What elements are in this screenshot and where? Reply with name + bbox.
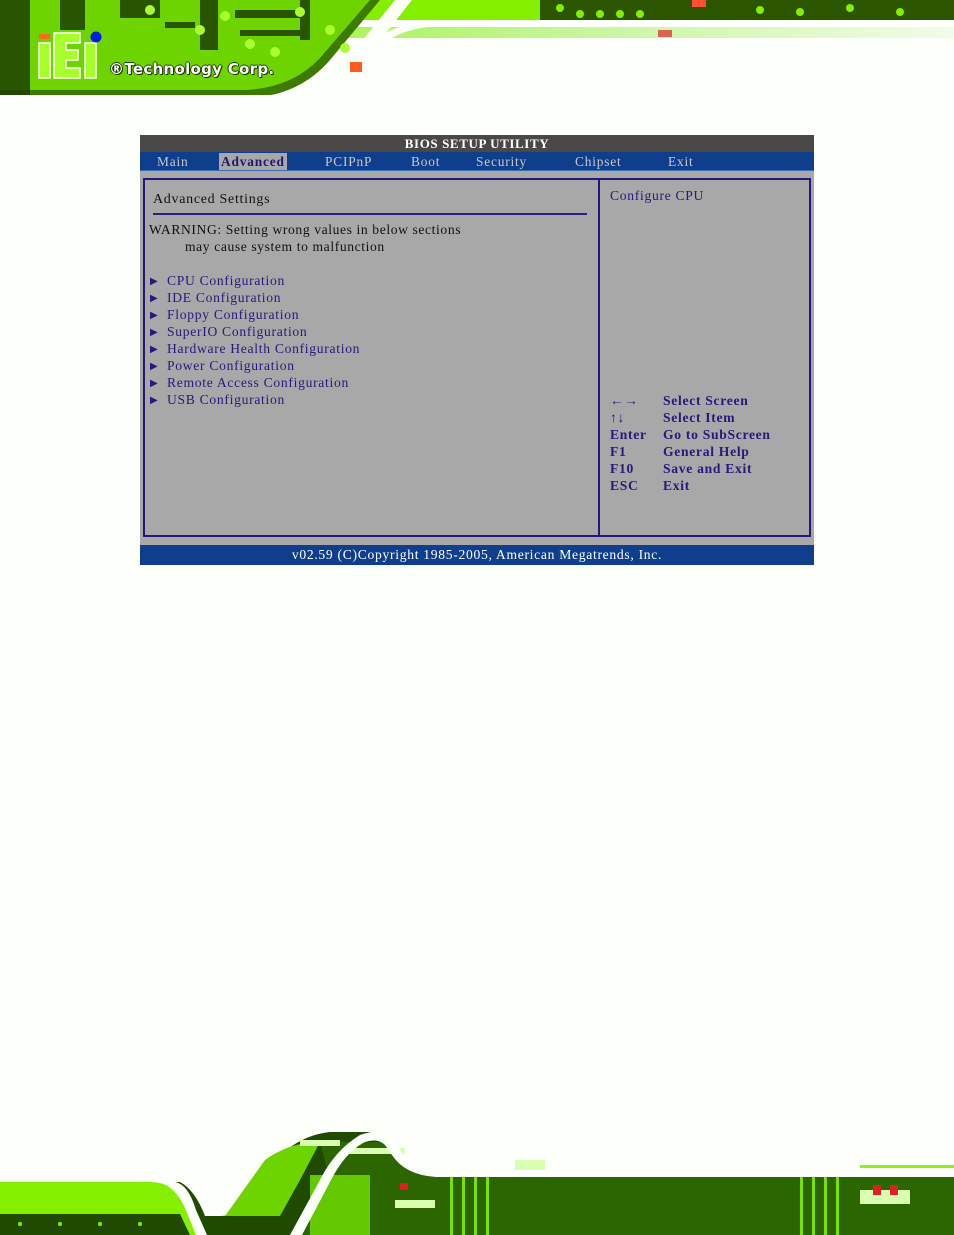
key-action: Select Item <box>663 410 736 425</box>
tab-chipset[interactable]: Chipset <box>573 153 624 170</box>
help-panel: Configure CPU ←→ Select Screen ↑↓ Select I… <box>598 178 811 537</box>
bios-menu-bar: Main Advanced PCIPnP Boot Security Chips… <box>140 152 814 171</box>
bios-title-bar: BIOS SETUP UTILITY <box>140 135 814 152</box>
triangle-right-icon: ▶ <box>150 344 159 355</box>
tab-boot[interactable]: Boot <box>409 153 442 170</box>
tab-advanced[interactable]: Advanced <box>219 153 287 170</box>
key-action: Save and Exit <box>663 461 753 476</box>
submenu-hardware-health-configuration[interactable]: ▶ Hardware Health Configuration <box>150 340 360 357</box>
tab-exit[interactable]: Exit <box>666 153 696 170</box>
submenu-floppy-configuration[interactable]: ▶ Floppy Configuration <box>150 306 360 323</box>
copyright-status-bar: v02.59 (C)Copyright 1985-2005, American … <box>140 545 814 565</box>
submenu-label: Remote Access Configuration <box>167 375 349 390</box>
circuit-board-graphic <box>0 1120 954 1235</box>
key-legend: ←→ Select Screen ↑↓ Select Item Enter Go to… <box>610 392 771 494</box>
key-legend-row: ESC Exit <box>610 477 771 494</box>
settings-panel: Advanced Settings WARNING: Setting wrong… <box>143 178 600 537</box>
iei-logo <box>38 31 102 79</box>
submenu-label: SuperIO Configuration <box>167 324 308 339</box>
key-action: Exit <box>663 478 690 493</box>
triangle-right-icon: ▶ <box>150 276 159 287</box>
key-name: F10 <box>610 461 634 476</box>
submenu-list: ▶ CPU Configuration ▶ IDE Configuration ▶ F… <box>150 272 360 408</box>
key-legend-row: ←→ Select Screen <box>610 392 771 409</box>
key-name: ESC <box>610 478 639 493</box>
submenu-label: IDE Configuration <box>167 290 282 305</box>
submenu-power-configuration[interactable]: ▶ Power Configuration <box>150 357 360 374</box>
triangle-right-icon: ▶ <box>150 361 159 372</box>
bios-setup-screen: BIOS SETUP UTILITY Main Advanced PCIPnP … <box>140 135 814 565</box>
triangle-right-icon: ▶ <box>150 293 159 304</box>
section-title: Advanced Settings <box>153 192 271 207</box>
key-legend-row: ↑↓ Select Item <box>610 409 771 426</box>
submenu-label: USB Configuration <box>167 392 286 407</box>
footer-banner <box>0 1120 954 1235</box>
triangle-right-icon: ▶ <box>150 395 159 406</box>
submenu-superio-configuration[interactable]: ▶ SuperIO Configuration <box>150 323 360 340</box>
key-legend-row: F1 General Help <box>610 443 771 460</box>
key-name: F1 <box>610 444 627 459</box>
triangle-right-icon: ▶ <box>150 310 159 321</box>
warning-line-1: WARNING: Setting wrong values in below s… <box>149 222 462 237</box>
warning-message: WARNING: Setting wrong values in below s… <box>149 221 461 255</box>
tab-pcipnp[interactable]: PCIPnP <box>323 153 374 170</box>
submenu-cpu-configuration[interactable]: ▶ CPU Configuration <box>150 272 360 289</box>
triangle-right-icon: ▶ <box>150 378 159 389</box>
circuit-board-graphic <box>0 0 954 112</box>
submenu-label: CPU Configuration <box>167 273 286 288</box>
key-action: Select Screen <box>663 393 749 408</box>
tab-security[interactable]: Security <box>474 153 529 170</box>
key-legend-row: Enter Go to SubScreen <box>610 426 771 443</box>
header-banner: ®Technology Corp. <box>0 0 954 112</box>
submenu-remote-access-configuration[interactable]: ▶ Remote Access Configuration <box>150 374 360 391</box>
section-divider <box>153 213 587 215</box>
triangle-right-icon: ▶ <box>150 327 159 338</box>
left-right-arrows-icon: ←→ <box>610 393 639 408</box>
tab-main[interactable]: Main <box>155 153 190 170</box>
item-help-text: Configure CPU <box>610 188 705 203</box>
submenu-usb-configuration[interactable]: ▶ USB Configuration <box>150 391 360 408</box>
submenu-label: Power Configuration <box>167 358 295 373</box>
company-tagline: ®Technology Corp. <box>109 60 275 78</box>
key-action: Go to SubScreen <box>663 427 771 442</box>
submenu-label: Hardware Health Configuration <box>167 341 361 356</box>
key-name: Enter <box>610 427 647 442</box>
warning-line-2: may cause system to malfunction <box>149 239 385 254</box>
submenu-ide-configuration[interactable]: ▶ IDE Configuration <box>150 289 360 306</box>
key-legend-row: F10 Save and Exit <box>610 460 771 477</box>
up-down-arrows-icon: ↑↓ <box>610 410 625 425</box>
key-action: General Help <box>663 444 750 459</box>
submenu-label: Floppy Configuration <box>167 307 300 322</box>
